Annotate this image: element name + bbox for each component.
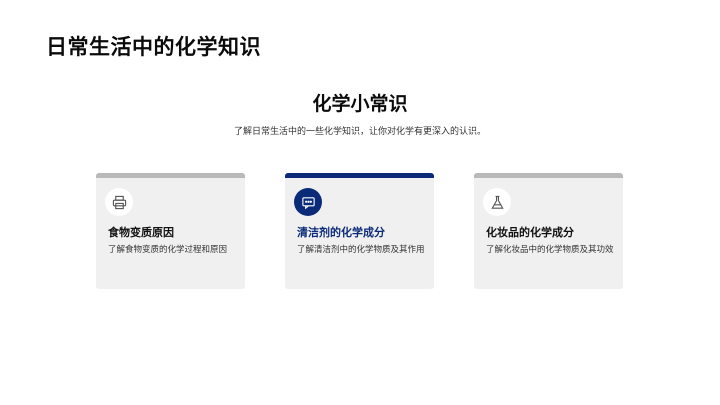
card-detergent[interactable]: 清洁剂的化学成分 了解清洁剂中的化学物质及其作用 <box>285 173 434 289</box>
card-top-bar <box>96 173 245 178</box>
card-food-spoilage[interactable]: 食物变质原因 了解食物变质的化学过程和原因 <box>96 173 245 289</box>
slide-title: 日常生活中的化学知识 <box>46 35 261 59</box>
card-description: 了解食物变质的化学过程和原因 <box>108 245 228 255</box>
card-top-bar <box>285 173 434 178</box>
section-subtitle: 了解日常生活中的一些化学知识，让你对化学有更深入的认识。 <box>233 127 486 137</box>
card-top-bar <box>474 173 623 178</box>
chat-icon <box>294 188 322 216</box>
card-title: 化妆品的化学成分 <box>486 226 574 239</box>
card-title: 食物变质原因 <box>108 226 174 239</box>
card-description: 了解化妆品中的化学物质及其功效 <box>486 245 614 255</box>
card-description: 了解清洁剂中的化学物质及其作用 <box>297 245 425 255</box>
flask-icon <box>483 188 511 216</box>
card-title: 清洁剂的化学成分 <box>297 226 385 239</box>
section-title: 化学小常识 <box>312 93 408 115</box>
card-cosmetics[interactable]: 化妆品的化学成分 了解化妆品中的化学物质及其功效 <box>474 173 623 289</box>
printer-icon <box>105 188 133 216</box>
